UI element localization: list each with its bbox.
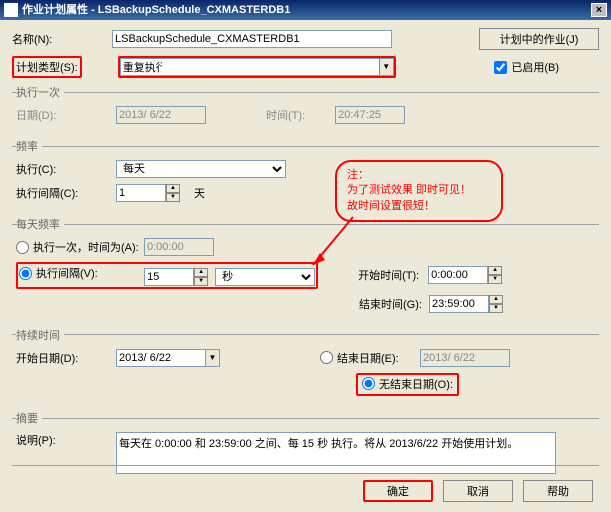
daily-interval-spinner[interactable]: ▲▼ [144, 268, 208, 286]
start-date-label: 开始日期(D): [16, 350, 116, 366]
chevron-down-icon[interactable]: ▼ [379, 59, 393, 75]
spin-down-icon[interactable]: ▼ [489, 304, 503, 313]
annot-line3: 故时间设置很短！ [347, 199, 491, 214]
spin-up-icon[interactable]: ▲ [166, 184, 180, 193]
end-date-input [420, 349, 510, 367]
legend-once: 执行一次 [16, 84, 64, 100]
legend-duration: 持续时间 [16, 327, 64, 343]
no-end-label: 无结束日期(O): [379, 376, 453, 392]
legend-freq: 频率 [16, 138, 42, 154]
daily-interval-input[interactable] [144, 268, 194, 286]
desc-label: 说明(P): [16, 432, 116, 448]
freq-interval-unit: 天 [194, 185, 205, 201]
end-date-radio-wrap[interactable]: 结束日期(E): [320, 350, 420, 366]
enabled-checkbox[interactable] [494, 61, 507, 74]
once-time-label: 时间(T): [266, 107, 305, 123]
annot-line1: 注： [347, 168, 491, 183]
no-end-radio[interactable] [362, 377, 375, 390]
no-end-radio-wrap[interactable]: 无结束日期(O): [362, 376, 453, 392]
daily-once-radio[interactable] [16, 241, 29, 254]
freq-interval-spinner[interactable]: ▲▼ [116, 184, 180, 202]
name-input[interactable] [112, 30, 392, 48]
freq-interval-label: 执行间隔(C): [16, 185, 116, 201]
annotation-callout: 注： 为了测试效果 即时可见！ 故时间设置很短！ [335, 160, 503, 222]
group-summary: 摘要 说明(P): [12, 410, 599, 484]
date-chevron-down-icon[interactable]: ▼ [206, 349, 220, 367]
end-date-label: 结束日期(E): [337, 350, 399, 366]
end-date-radio[interactable] [320, 351, 333, 364]
group-daily: 每天频率 执行一次，时间为(A): 执行间隔(V): ▲▼ 秒 开始时间(T): [12, 216, 599, 323]
daily-interval-label: 执行间隔(V): [36, 265, 98, 281]
type-label: 计划类型(S): [12, 56, 82, 78]
end-time-label: 结束时间(G): [359, 296, 429, 312]
enabled-label: 已启用(B) [511, 59, 559, 75]
ok-button[interactable]: 确定 [363, 480, 433, 502]
annot-line2: 为了测试效果 即时可见！ [347, 183, 491, 198]
spin-up-icon[interactable]: ▲ [194, 268, 208, 277]
type-select[interactable] [120, 58, 164, 76]
freq-exec-select[interactable]: 每天 [116, 160, 286, 178]
end-time-spinner[interactable]: ▲▼ [429, 295, 503, 313]
enabled-checkbox-wrap[interactable]: 已启用(B) [494, 59, 559, 75]
spin-up-icon[interactable]: ▲ [488, 266, 502, 275]
spin-up-icon[interactable]: ▲ [489, 295, 503, 304]
name-label: 名称(N): [12, 31, 112, 47]
window-title: 作业计划属性 - LSBackupSchedule_CXMASTERDB1 [22, 0, 290, 20]
jobs-button[interactable]: 计划中的作业(J) [479, 28, 599, 50]
footer: 确定 取消 帮助 [363, 480, 593, 502]
legend-summary: 摘要 [16, 410, 42, 426]
start-time-spinner[interactable]: ▲▼ [428, 266, 502, 284]
once-date-input [116, 106, 206, 124]
daily-interval-unit[interactable]: 秒 [215, 268, 315, 286]
spin-down-icon[interactable]: ▼ [488, 275, 502, 284]
daily-interval-radio[interactable] [19, 267, 32, 280]
freq-exec-label: 执行(C): [16, 161, 116, 177]
spin-down-icon[interactable]: ▼ [194, 277, 208, 286]
titlebar: 作业计划属性 - LSBackupSchedule_CXMASTERDB1 × [0, 0, 611, 20]
group-once: 执行一次 日期(D): 时间(T): [12, 84, 599, 134]
end-time-input[interactable] [429, 295, 489, 313]
start-date-input[interactable] [116, 349, 206, 367]
start-time-input[interactable] [428, 266, 488, 284]
daily-once-radio-wrap[interactable]: 执行一次，时间为(A): [16, 239, 144, 255]
app-icon [4, 3, 18, 17]
legend-daily: 每天频率 [16, 216, 64, 232]
spin-down-icon[interactable]: ▼ [166, 193, 180, 202]
daily-interval-radio-wrap[interactable]: 执行间隔(V): [19, 265, 141, 281]
daily-once-label: 执行一次，时间为(A): [33, 239, 139, 255]
freq-interval-input[interactable] [116, 184, 166, 202]
once-date-label: 日期(D): [16, 107, 116, 123]
start-time-label: 开始时间(T): [358, 267, 428, 283]
group-duration: 持续时间 开始日期(D): ▼ 结束日期(E): 无结束日期(O): [12, 327, 599, 407]
type-select-wrap: ▼ [118, 56, 396, 78]
desc-textarea[interactable] [116, 432, 556, 474]
cancel-button[interactable]: 取消 [443, 480, 513, 502]
daily-once-time [144, 238, 214, 256]
once-time-input [335, 106, 405, 124]
help-button[interactable]: 帮助 [523, 480, 593, 502]
group-freq: 频率 执行(C): 每天 执行间隔(C): ▲▼ 天 [12, 138, 599, 212]
close-icon[interactable]: × [591, 3, 607, 17]
